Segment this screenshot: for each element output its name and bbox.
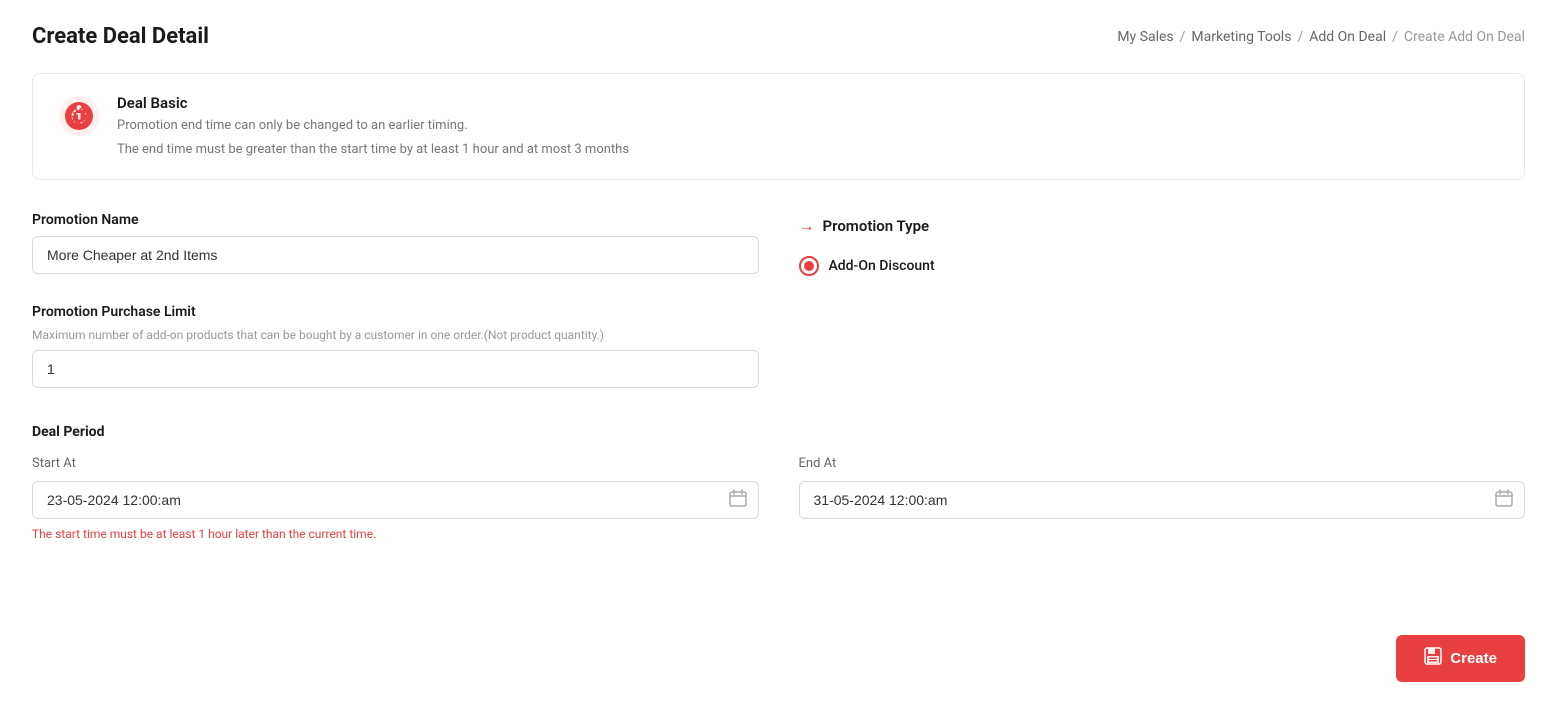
- end-at-wrapper: [799, 481, 1526, 519]
- create-button-label: Create: [1450, 650, 1497, 667]
- page-wrapper: Create Deal Detail My Sales / Marketing …: [0, 0, 1557, 710]
- save-icon: [1424, 647, 1442, 670]
- page-header: Create Deal Detail My Sales / Marketing …: [32, 24, 1525, 49]
- promotion-name-section: Promotion Name: [32, 212, 759, 276]
- deal-period-row: Start At End At: [32, 456, 1525, 519]
- radio-circle-add-on[interactable]: [799, 256, 819, 276]
- end-at-calendar-icon[interactable]: [1495, 489, 1513, 511]
- promotion-type-section: → Promotion Type Add-On Discount: [799, 212, 1526, 276]
- deal-period-wrapper: Deal Period Start At End At: [32, 424, 1525, 541]
- promotion-name-input[interactable]: [32, 236, 759, 274]
- promotion-type-header: → Promotion Type: [799, 216, 1526, 236]
- start-at-wrapper: [32, 481, 759, 519]
- deal-basic-icon: [57, 94, 101, 138]
- promotion-purchase-limit-section: Promotion Purchase Limit Maximum number …: [32, 304, 759, 388]
- info-title: Deal Basic: [117, 94, 629, 112]
- breadcrumb-sep-2: /: [1297, 29, 1303, 45]
- info-box: Deal Basic Promotion end time can only b…: [32, 73, 1525, 180]
- promotion-name-label: Promotion Name: [32, 212, 759, 228]
- info-line1: Promotion end time can only be changed t…: [117, 116, 629, 136]
- right-col-empty: [799, 304, 1526, 416]
- start-at-input[interactable]: [32, 481, 759, 519]
- start-at-section: Start At: [32, 456, 759, 519]
- promotion-type-label: Promotion Type: [823, 217, 930, 235]
- start-time-error: The start time must be at least 1 hour l…: [32, 527, 1525, 541]
- end-at-label: End At: [799, 456, 1526, 471]
- page-title: Create Deal Detail: [32, 24, 209, 49]
- info-line2: The end time must be greater than the st…: [117, 140, 629, 160]
- breadcrumb-my-sales[interactable]: My Sales: [1117, 29, 1173, 45]
- breadcrumb: My Sales / Marketing Tools / Add On Deal…: [1117, 29, 1525, 45]
- breadcrumb-add-on-deal[interactable]: Add On Deal: [1309, 29, 1386, 45]
- deal-period-label: Deal Period: [32, 424, 1525, 440]
- add-on-discount-label: Add-On Discount: [829, 258, 935, 274]
- start-at-label: Start At: [32, 456, 759, 471]
- breadcrumb-create-add-on-deal: Create Add On Deal: [1404, 29, 1525, 45]
- start-at-calendar-icon[interactable]: [729, 489, 747, 511]
- promotion-purchase-limit-input[interactable]: [32, 350, 759, 388]
- promotion-purchase-limit-label: Promotion Purchase Limit: [32, 304, 759, 320]
- info-content: Deal Basic Promotion end time can only b…: [117, 94, 629, 159]
- breadcrumb-sep-1: /: [1180, 29, 1186, 45]
- create-button[interactable]: Create: [1396, 635, 1525, 682]
- add-on-discount-radio[interactable]: Add-On Discount: [799, 256, 1526, 276]
- arrow-right-icon: →: [799, 216, 815, 236]
- end-at-input[interactable]: [799, 481, 1526, 519]
- breadcrumb-sep-3: /: [1392, 29, 1398, 45]
- breadcrumb-marketing-tools[interactable]: Marketing Tools: [1191, 29, 1291, 45]
- end-at-section: End At: [799, 456, 1526, 519]
- promotion-purchase-limit-sublabel: Maximum number of add-on products that c…: [32, 328, 759, 342]
- form-layout: Promotion Name → Promotion Type Add-On D…: [32, 212, 1525, 416]
